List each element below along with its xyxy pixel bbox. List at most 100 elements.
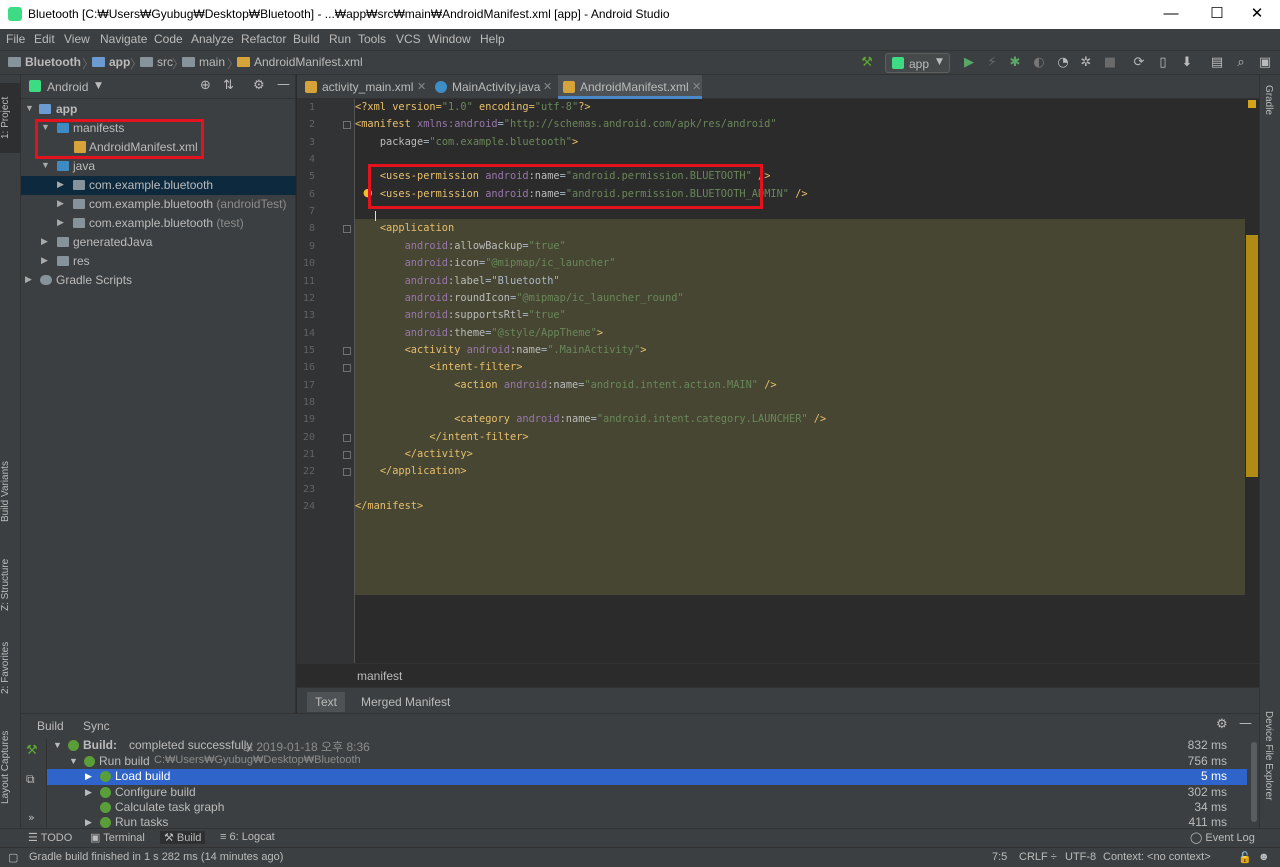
search-icon[interactable]: ⌕ bbox=[1232, 54, 1250, 72]
build-row-summary[interactable]: ▼ Build: completed successfully at 2019-… bbox=[47, 738, 1247, 754]
chevron-down-icon[interactable]: ▼ bbox=[53, 740, 62, 750]
tree-node-java[interactable]: ▼ java bbox=[21, 157, 296, 176]
tab-build-variants[interactable]: Build Variants bbox=[0, 447, 21, 537]
menu-view[interactable]: View bbox=[64, 32, 90, 46]
context-indicator[interactable]: Context: <no context> bbox=[1103, 851, 1211, 863]
toolwindow-build[interactable]: ⚒ Build bbox=[160, 831, 206, 844]
code-line[interactable]: android:icon="@mipmap/ic_launcher" bbox=[355, 255, 616, 272]
menu-run[interactable]: Run bbox=[329, 32, 351, 46]
code-line[interactable]: <activity android:name=".MainActivity"> bbox=[355, 342, 647, 359]
close-tab-icon[interactable]: ✕ bbox=[543, 80, 552, 93]
tree-node-app[interactable]: ▼ app bbox=[21, 100, 296, 119]
menu-window[interactable]: Window bbox=[428, 32, 471, 46]
tree-node-res[interactable]: ▶ res bbox=[21, 252, 296, 271]
menu-tools[interactable]: Tools bbox=[358, 32, 386, 46]
code-line[interactable]: android:label="Bluetooth" bbox=[355, 273, 560, 290]
breadcrumb-app[interactable]: app bbox=[92, 55, 130, 69]
caret-position[interactable]: 7:5 bbox=[992, 851, 1007, 863]
chevron-down-icon[interactable]: ▼ bbox=[41, 160, 50, 170]
chevron-down-icon[interactable]: ▼ bbox=[69, 756, 78, 766]
code-line[interactable]: android:supportsRtl="true" bbox=[355, 307, 566, 324]
run-config-dropdown[interactable]: app ▼ bbox=[885, 53, 950, 73]
close-tab-icon[interactable]: ✕ bbox=[692, 80, 701, 93]
collapse-all-icon[interactable]: ⇅ bbox=[223, 78, 234, 93]
tab-build-output[interactable]: Build bbox=[37, 719, 64, 733]
fold-marker-icon[interactable] bbox=[343, 121, 351, 130]
apply-changes-icon[interactable]: ⚡ bbox=[983, 54, 1001, 72]
fold-marker-icon[interactable] bbox=[343, 346, 351, 355]
sync-gradle-icon[interactable]: ⟳ bbox=[1130, 54, 1148, 72]
hammer-icon[interactable]: ⚒ bbox=[26, 743, 38, 758]
tree-node-generatedjava[interactable]: ▶ generatedJava bbox=[21, 233, 296, 252]
tab-activity-main-xml[interactable]: activity_main.xml ✕ bbox=[301, 75, 426, 99]
chevron-right-icon[interactable]: ▶ bbox=[85, 817, 92, 828]
code-line[interactable]: <application bbox=[355, 220, 454, 237]
attach-debugger-icon[interactable]: ✲ bbox=[1077, 54, 1095, 72]
build-scrollbar[interactable] bbox=[1251, 742, 1257, 822]
scroll-from-source-icon[interactable]: ⊕ bbox=[200, 78, 211, 93]
chevron-right-icon[interactable]: ▶ bbox=[41, 255, 48, 266]
code-line[interactable]: <category android:name="android.intent.c… bbox=[355, 411, 826, 428]
chevron-down-icon[interactable]: ▼ bbox=[95, 81, 102, 91]
chevron-right-icon[interactable]: ▶ bbox=[25, 274, 32, 285]
tree-node-package-test[interactable]: ▶ com.example.bluetooth (test) bbox=[21, 214, 296, 233]
breadcrumb-src[interactable]: src bbox=[140, 55, 173, 69]
breadcrumb-project[interactable]: Bluetooth bbox=[8, 55, 81, 69]
code-line[interactable]: </intent-filter> bbox=[355, 429, 528, 446]
line-separator[interactable]: CRLF ÷ bbox=[1019, 851, 1057, 863]
code-line[interactable]: android:allowBackup="true" bbox=[355, 238, 566, 255]
build-row-configure-build[interactable]: ▶ Configure build 302 ms bbox=[47, 785, 1247, 801]
menu-code[interactable]: Code bbox=[154, 32, 183, 46]
tab-androidmanifest-xml[interactable]: AndroidManifest.xml ✕ bbox=[558, 75, 702, 99]
run-icon[interactable]: ▶ bbox=[960, 54, 978, 72]
stop-icon[interactable]: ■ bbox=[1101, 54, 1119, 72]
breadcrumb-main[interactable]: main bbox=[182, 55, 225, 69]
tab-text[interactable]: Text bbox=[307, 692, 346, 712]
code-line[interactable]: package="com.example.bluetooth"> bbox=[355, 134, 578, 151]
build-row-run-build[interactable]: ▼ Run build C:₩Users₩Gyubug₩Desktop₩Blue… bbox=[47, 754, 1247, 770]
close-tab-icon[interactable]: ✕ bbox=[417, 80, 426, 93]
tab-gradle[interactable]: Gradle bbox=[1263, 85, 1274, 115]
gear-icon[interactable]: ⚙ bbox=[1216, 717, 1228, 732]
layout-icon[interactable]: ▣ bbox=[1256, 54, 1274, 72]
menu-file[interactable]: File bbox=[6, 32, 25, 46]
gear-icon[interactable]: ⚙ bbox=[253, 78, 265, 93]
profile-icon[interactable]: ◔ bbox=[1054, 54, 1072, 72]
code-line[interactable]: <manifest xmlns:android="http://schemas.… bbox=[355, 116, 777, 133]
close-button[interactable]: ✕ bbox=[1234, 0, 1280, 29]
tab-merged-manifest[interactable]: Merged Manifest bbox=[353, 692, 458, 712]
code-line[interactable]: <?xml version="1.0" encoding="utf-8"?> bbox=[355, 99, 591, 116]
code-line[interactable]: <intent-filter> bbox=[355, 359, 522, 376]
build-row-load-build[interactable]: ▶ Load build 5 ms bbox=[47, 769, 1247, 785]
fold-marker-icon[interactable] bbox=[343, 225, 351, 234]
breadcrumb-manifest[interactable]: manifest bbox=[357, 669, 402, 683]
hide-icon[interactable]: — bbox=[1239, 716, 1252, 731]
project-view-selector[interactable]: Android bbox=[47, 80, 88, 94]
tab-device-file-explorer[interactable]: Device File Explorer bbox=[1263, 711, 1274, 800]
breadcrumb-file[interactable]: AndroidManifest.xml bbox=[237, 55, 363, 69]
code-line[interactable]: </application> bbox=[355, 463, 467, 480]
build-row-run-tasks[interactable]: ▶ Run tasks 411 ms bbox=[47, 815, 1247, 829]
fold-marker-icon[interactable] bbox=[343, 364, 351, 373]
toolwindow-logcat[interactable]: ≡ 6: Logcat bbox=[220, 831, 275, 843]
tab-layout-captures[interactable]: Layout Captures bbox=[0, 720, 21, 815]
chevron-right-icon[interactable]: ▶ bbox=[85, 787, 92, 798]
tab-sync[interactable]: Sync bbox=[83, 719, 110, 733]
avd-manager-icon[interactable]: ▯ bbox=[1154, 54, 1172, 72]
menu-navigate[interactable]: Navigate bbox=[100, 32, 147, 46]
tree-node-package-androidtest[interactable]: ▶ com.example.bluetooth (androidTest) bbox=[21, 195, 296, 214]
tab-mainactivity-java[interactable]: MainActivity.java ✕ bbox=[431, 75, 552, 99]
menu-build[interactable]: Build bbox=[293, 32, 320, 46]
inspection-status-icon[interactable] bbox=[1248, 100, 1256, 108]
toolwindow-event-log[interactable]: ◯ Event Log bbox=[1190, 831, 1255, 844]
chevron-down-icon[interactable]: ▼ bbox=[25, 103, 34, 113]
toolwindow-todo[interactable]: ☰ TODO bbox=[28, 831, 72, 844]
debug-icon[interactable]: ✱ bbox=[1006, 54, 1024, 72]
editor-scrollbar-highlight[interactable] bbox=[1246, 235, 1258, 477]
memory-indicator-icon[interactable]: ☻ bbox=[1258, 851, 1270, 863]
fold-marker-icon[interactable] bbox=[343, 433, 351, 442]
code-line[interactable]: </activity> bbox=[355, 446, 473, 463]
sdk-manager-icon[interactable]: ⬇ bbox=[1178, 54, 1196, 72]
tree-node-package[interactable]: ▶ com.example.bluetooth bbox=[21, 176, 296, 195]
fold-marker-icon[interactable] bbox=[343, 468, 351, 477]
